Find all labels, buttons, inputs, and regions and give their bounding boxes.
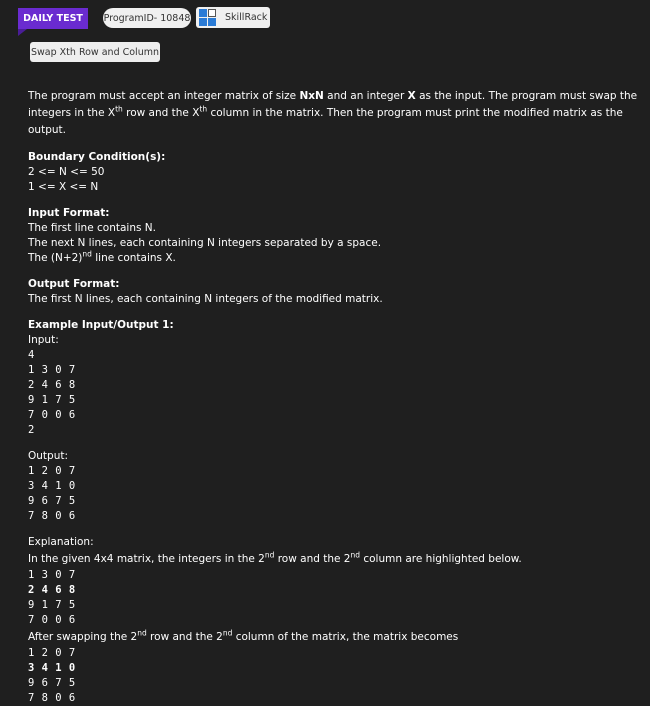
given-matrix-row: 1 3 0 7: [28, 569, 76, 581]
problem-content: The program must accept an integer matri…: [28, 88, 643, 706]
output-line: 3 4 1 0: [28, 480, 76, 492]
output-line: 1 2 0 7: [28, 465, 76, 477]
input-line: 1 3 0 7: [28, 364, 76, 376]
result-matrix-row: 9 6 7 5: [28, 677, 76, 689]
skillrack-label: SkillRack: [225, 12, 268, 23]
boundary-line: 1 <= X <= N: [28, 181, 99, 193]
output-line: 9 6 7 5: [28, 495, 76, 507]
result-matrix-row: 1 2 0 7: [28, 647, 76, 659]
boundary-section: Boundary Condition(s): 2 <= N <= 50 1 <=…: [28, 150, 643, 195]
explanation-label: Explanation:: [28, 536, 94, 548]
explanation-line: In the given 4x4 matrix, the integers in…: [28, 550, 522, 565]
output-format-line: The first N lines, each containing N int…: [28, 293, 383, 305]
input-format-line: The first line contains N.: [28, 222, 156, 234]
input-format-line: The (N+2)nd line contains X.: [28, 249, 176, 264]
boundary-heading: Boundary Condition(s):: [28, 151, 166, 163]
skillrack-logo[interactable]: SkillRack: [196, 7, 270, 28]
program-id-badge: ProgramID- 10848: [103, 8, 191, 28]
skillrack-icon: [199, 9, 217, 26]
input-line: 7 0 0 6: [28, 409, 76, 421]
output-line: 7 8 0 6: [28, 510, 76, 522]
problem-title: Swap Xth Row and Column: [30, 42, 160, 62]
input-format-section: Input Format: The first line contains N.…: [28, 206, 643, 266]
boundary-line: 2 <= N <= 50: [28, 166, 105, 178]
example-section: Example Input/Output 1: Input: 4 1 3 0 7…: [28, 318, 643, 706]
input-label: Input:: [28, 334, 59, 346]
given-matrix-row: 9 1 7 5: [28, 599, 76, 611]
result-matrix-row-highlighted: 3 4 1 0: [28, 662, 76, 674]
explanation-line: After swapping the 2nd row and the 2nd c…: [28, 628, 459, 643]
input-line: 4: [28, 349, 35, 361]
example-heading: Example Input/Output 1:: [28, 319, 174, 331]
given-matrix-row: 7 0 0 6: [28, 614, 76, 626]
input-line: 9 1 7 5: [28, 394, 76, 406]
output-format-heading: Output Format:: [28, 278, 120, 290]
input-format-line: The next N lines, each containing N inte…: [28, 237, 382, 249]
input-format-heading: Input Format:: [28, 207, 110, 219]
input-line: 2: [28, 424, 35, 436]
given-matrix-row-highlighted: 2 4 6 8: [28, 584, 76, 596]
daily-test-tab[interactable]: DAILY TEST: [18, 8, 88, 36]
output-format-section: Output Format: The first N lines, each c…: [28, 277, 643, 307]
top-bar: DAILY TEST ProgramID- 10848 SkillRack: [0, 0, 650, 36]
output-label: Output:: [28, 450, 69, 462]
result-matrix-row: 7 8 0 6: [28, 692, 76, 704]
input-line: 2 4 6 8: [28, 379, 76, 391]
problem-description: The program must accept an integer matri…: [28, 90, 638, 136]
